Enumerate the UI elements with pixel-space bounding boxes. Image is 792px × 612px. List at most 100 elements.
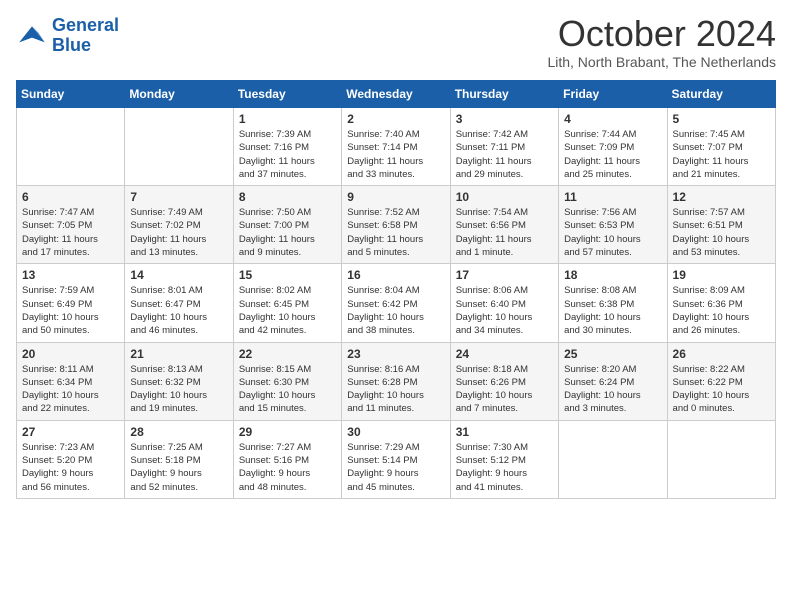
location: Lith, North Brabant, The Netherlands: [547, 54, 776, 70]
calendar-cell: 15 Sunrise: 8:02 AM Sunset: 6:45 PM Dayli…: [233, 264, 341, 342]
day-number: 14: [130, 268, 227, 282]
logo: General Blue: [16, 16, 119, 56]
calendar-cell: 11 Sunrise: 7:56 AM Sunset: 6:53 PM Dayli…: [559, 186, 667, 264]
calendar-cell: 17 Sunrise: 8:06 AM Sunset: 6:40 PM Dayli…: [450, 264, 558, 342]
day-info: Sunrise: 8:09 AM Sunset: 6:36 PM Dayligh…: [673, 284, 770, 337]
day-info: Sunrise: 7:54 AM Sunset: 6:56 PM Dayligh…: [456, 206, 553, 259]
month-title: October 2024: [547, 16, 776, 52]
calendar-cell: 22 Sunrise: 8:15 AM Sunset: 6:30 PM Dayli…: [233, 342, 341, 420]
day-number: 23: [347, 347, 444, 361]
day-info: Sunrise: 8:16 AM Sunset: 6:28 PM Dayligh…: [347, 363, 444, 416]
calendar-cell: 5Sunrise: 7:45 AM Sunset: 7:07 PM Daylig…: [667, 108, 775, 186]
calendar-cell: 18Sunrise: 8:08 AM Sunset: 6:38 PM Dayli…: [559, 264, 667, 342]
day-info: Sunrise: 7:27 AM Sunset: 5:16 PM Dayligh…: [239, 441, 336, 494]
calendar-header-row: SundayMondayTuesdayWednesdayThursdayFrid…: [17, 81, 776, 108]
day-info: Sunrise: 7:44 AM Sunset: 7:09 PM Dayligh…: [564, 128, 661, 181]
calendar-table: SundayMondayTuesdayWednesdayThursdayFrid…: [16, 80, 776, 499]
calendar-cell: 24Sunrise: 8:18 AM Sunset: 6:26 PM Dayli…: [450, 342, 558, 420]
day-number: 28: [130, 425, 227, 439]
day-info: Sunrise: 7:57 AM Sunset: 6:51 PM Dayligh…: [673, 206, 770, 259]
day-number: 22: [239, 347, 336, 361]
calendar-cell: 3Sunrise: 7:42 AM Sunset: 7:11 PM Daylig…: [450, 108, 558, 186]
calendar-cell: [17, 108, 125, 186]
calendar-week-row: 13 Sunrise: 7:59 AM Sunset: 6:49 PM Dayli…: [17, 264, 776, 342]
day-info: Sunrise: 7:45 AM Sunset: 7:07 PM Dayligh…: [673, 128, 770, 181]
day-info: Sunrise: 7:52 AM Sunset: 6:58 PM Dayligh…: [347, 206, 444, 259]
day-header: Thursday: [450, 81, 558, 108]
title-area: October 2024 Lith, North Brabant, The Ne…: [547, 16, 776, 70]
day-number: 6: [22, 190, 119, 204]
calendar-cell: 28 Sunrise: 7:25 AM Sunset: 5:18 PM Dayli…: [125, 420, 233, 498]
logo-line1: General: [52, 15, 119, 35]
day-info: Sunrise: 7:40 AM Sunset: 7:14 PM Dayligh…: [347, 128, 444, 181]
day-number: 11: [564, 190, 661, 204]
day-info: Sunrise: 7:30 AM Sunset: 5:12 PM Dayligh…: [456, 441, 553, 494]
day-number: 26: [673, 347, 770, 361]
day-info: Sunrise: 8:11 AM Sunset: 6:34 PM Dayligh…: [22, 363, 119, 416]
calendar-cell: 1Sunrise: 7:39 AM Sunset: 7:16 PM Daylig…: [233, 108, 341, 186]
calendar-cell: 10 Sunrise: 7:54 AM Sunset: 6:56 PM Dayli…: [450, 186, 558, 264]
calendar-cell: 29 Sunrise: 7:27 AM Sunset: 5:16 PM Dayli…: [233, 420, 341, 498]
calendar-week-row: 27 Sunrise: 7:23 AM Sunset: 5:20 PM Dayli…: [17, 420, 776, 498]
day-info: Sunrise: 8:01 AM Sunset: 6:47 PM Dayligh…: [130, 284, 227, 337]
day-info: Sunrise: 8:15 AM Sunset: 6:30 PM Dayligh…: [239, 363, 336, 416]
day-info: Sunrise: 7:56 AM Sunset: 6:53 PM Dayligh…: [564, 206, 661, 259]
logo-icon: [16, 20, 48, 52]
day-number: 19: [673, 268, 770, 282]
day-number: 10: [456, 190, 553, 204]
day-number: 20: [22, 347, 119, 361]
calendar-cell: 26 Sunrise: 8:22 AM Sunset: 6:22 PM Dayli…: [667, 342, 775, 420]
calendar-cell: 8Sunrise: 7:50 AM Sunset: 7:00 PM Daylig…: [233, 186, 341, 264]
calendar-cell: 23 Sunrise: 8:16 AM Sunset: 6:28 PM Dayli…: [342, 342, 450, 420]
day-info: Sunrise: 8:06 AM Sunset: 6:40 PM Dayligh…: [456, 284, 553, 337]
day-number: 2: [347, 112, 444, 126]
calendar-cell: 16Sunrise: 8:04 AM Sunset: 6:42 PM Dayli…: [342, 264, 450, 342]
logo-text: General Blue: [52, 16, 119, 56]
calendar-body: 1Sunrise: 7:39 AM Sunset: 7:16 PM Daylig…: [17, 108, 776, 499]
day-info: Sunrise: 7:25 AM Sunset: 5:18 PM Dayligh…: [130, 441, 227, 494]
day-number: 13: [22, 268, 119, 282]
calendar-cell: 27 Sunrise: 7:23 AM Sunset: 5:20 PM Dayli…: [17, 420, 125, 498]
day-number: 27: [22, 425, 119, 439]
day-info: Sunrise: 8:04 AM Sunset: 6:42 PM Dayligh…: [347, 284, 444, 337]
day-info: Sunrise: 7:50 AM Sunset: 7:00 PM Dayligh…: [239, 206, 336, 259]
day-number: 7: [130, 190, 227, 204]
day-info: Sunrise: 7:23 AM Sunset: 5:20 PM Dayligh…: [22, 441, 119, 494]
day-header: Wednesday: [342, 81, 450, 108]
day-number: 17: [456, 268, 553, 282]
calendar-week-row: 6Sunrise: 7:47 AM Sunset: 7:05 PM Daylig…: [17, 186, 776, 264]
day-header: Sunday: [17, 81, 125, 108]
day-number: 1: [239, 112, 336, 126]
day-info: Sunrise: 8:13 AM Sunset: 6:32 PM Dayligh…: [130, 363, 227, 416]
calendar-cell: 31Sunrise: 7:30 AM Sunset: 5:12 PM Dayli…: [450, 420, 558, 498]
day-info: Sunrise: 7:49 AM Sunset: 7:02 PM Dayligh…: [130, 206, 227, 259]
day-number: 30: [347, 425, 444, 439]
calendar-cell: [125, 108, 233, 186]
calendar-cell: 21 Sunrise: 8:13 AM Sunset: 6:32 PM Dayli…: [125, 342, 233, 420]
day-info: Sunrise: 7:29 AM Sunset: 5:14 PM Dayligh…: [347, 441, 444, 494]
calendar-cell: 19 Sunrise: 8:09 AM Sunset: 6:36 PM Dayli…: [667, 264, 775, 342]
day-number: 18: [564, 268, 661, 282]
day-number: 21: [130, 347, 227, 361]
day-header: Friday: [559, 81, 667, 108]
calendar-cell: [667, 420, 775, 498]
day-info: Sunrise: 8:02 AM Sunset: 6:45 PM Dayligh…: [239, 284, 336, 337]
day-number: 29: [239, 425, 336, 439]
day-info: Sunrise: 7:59 AM Sunset: 6:49 PM Dayligh…: [22, 284, 119, 337]
calendar-cell: 12 Sunrise: 7:57 AM Sunset: 6:51 PM Dayli…: [667, 186, 775, 264]
day-header: Tuesday: [233, 81, 341, 108]
day-info: Sunrise: 8:18 AM Sunset: 6:26 PM Dayligh…: [456, 363, 553, 416]
day-number: 12: [673, 190, 770, 204]
day-header: Saturday: [667, 81, 775, 108]
calendar-cell: 14 Sunrise: 8:01 AM Sunset: 6:47 PM Dayli…: [125, 264, 233, 342]
day-info: Sunrise: 8:22 AM Sunset: 6:22 PM Dayligh…: [673, 363, 770, 416]
day-number: 9: [347, 190, 444, 204]
day-number: 15: [239, 268, 336, 282]
day-info: Sunrise: 7:42 AM Sunset: 7:11 PM Dayligh…: [456, 128, 553, 181]
day-info: Sunrise: 8:20 AM Sunset: 6:24 PM Dayligh…: [564, 363, 661, 416]
calendar-cell: 30 Sunrise: 7:29 AM Sunset: 5:14 PM Dayli…: [342, 420, 450, 498]
page-header: General Blue October 2024 Lith, North Br…: [16, 16, 776, 70]
day-number: 25: [564, 347, 661, 361]
calendar-week-row: 1Sunrise: 7:39 AM Sunset: 7:16 PM Daylig…: [17, 108, 776, 186]
calendar-week-row: 20 Sunrise: 8:11 AM Sunset: 6:34 PM Dayli…: [17, 342, 776, 420]
